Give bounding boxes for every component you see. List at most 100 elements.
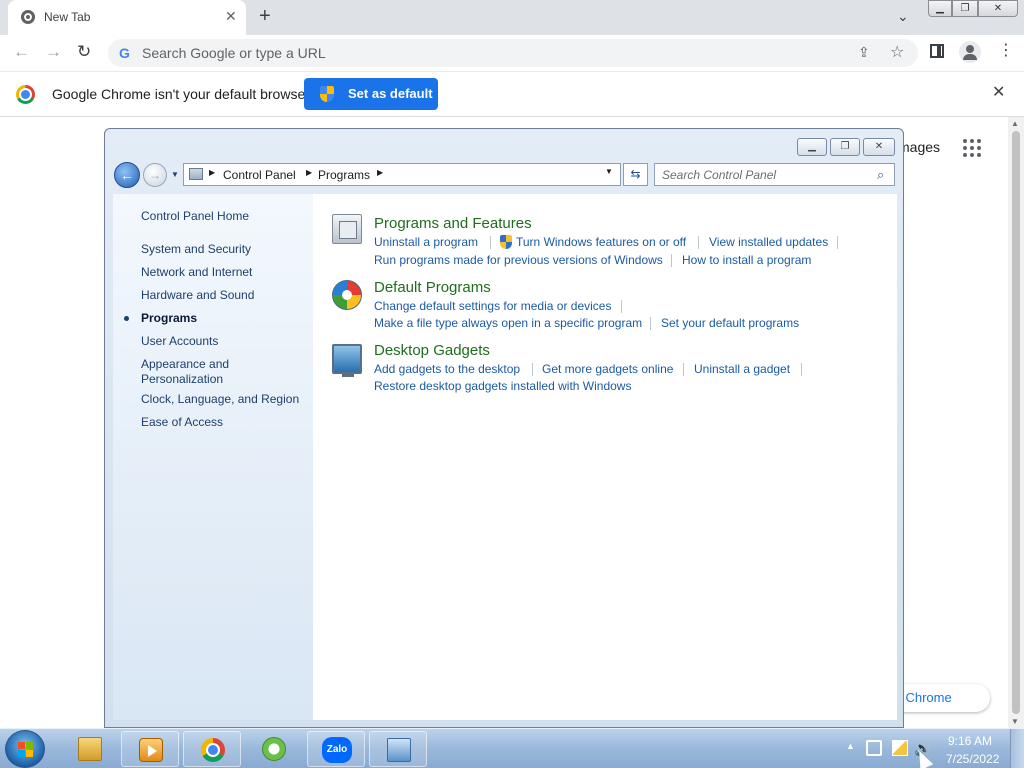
breadcrumb-control-panel[interactable]: Control Panel [223,168,296,182]
cp-forward-button[interactable]: → [143,163,167,187]
nav-ease-of-access[interactable]: Ease of Access [141,415,223,430]
uninstall-gadget-link[interactable]: Uninstall a gadget [694,362,790,376]
nav-hardware-and-sound[interactable]: Hardware and Sound [141,288,254,303]
tab-title: New Tab [44,10,91,24]
share-icon[interactable]: ⇪ [858,44,870,61]
page-scrollbar[interactable]: ▲ ▼ [1008,117,1024,728]
set-as-default-button[interactable]: Set as default [304,78,438,110]
link-divider [650,317,651,330]
nav-programs[interactable]: Programs [141,311,197,326]
link-divider [621,300,622,313]
google-g-icon: G [119,45,130,61]
back-arrow-icon[interactable]: ← [13,41,30,63]
control-panel-taskbar-icon [387,738,411,762]
tab-close-icon[interactable]: ✕ [225,8,237,24]
programs-and-features-title[interactable]: Programs and Features [374,215,532,232]
cp-refresh-icon[interactable]: ⇆ [623,163,648,186]
uac-shield-icon [500,235,512,249]
cp-search-box[interactable]: ⌕ [654,163,895,186]
infobar-close-icon[interactable]: ✕ [992,84,1005,102]
link-divider [490,236,491,249]
chrome-tab-icon [21,10,35,24]
network-icon[interactable] [866,740,882,756]
bookmark-star-icon[interactable]: ☆ [890,42,904,62]
link-divider [837,236,838,249]
link-divider [698,236,699,249]
tab-new-tab[interactable]: New Tab ✕ [8,0,246,35]
nav-network-and-internet[interactable]: Network and Internet [141,265,252,280]
set-default-programs-link[interactable]: Set your default programs [661,316,799,330]
scroll-down-arrow-icon[interactable]: ▼ [1011,717,1019,726]
cp-history-dropdown-icon[interactable]: ▼ [171,170,179,179]
default-programs-icon[interactable] [332,280,362,310]
cp-close-button[interactable]: ✕ [863,138,895,156]
search-icon[interactable]: ⌕ [877,167,884,183]
cp-search-input[interactable] [655,164,870,185]
cp-maximize-button[interactable]: ❐ [830,138,860,156]
programs-and-features-icon[interactable] [332,214,362,244]
turn-windows-features-link[interactable]: Turn Windows features on or off [516,235,686,249]
breadcrumb-separator-icon[interactable]: ▶ [209,168,215,177]
side-panel-icon[interactable] [930,44,944,58]
new-tab-button[interactable]: + [259,5,271,27]
cp-address-bar[interactable]: ▶ Control Panel ▶ Programs ▶ [183,163,621,186]
chrome-menu-icon[interactable]: ⋮ [998,41,1014,61]
forward-arrow-icon[interactable]: → [45,41,62,63]
window-minimize-button[interactable]: ▁ [928,0,952,17]
profile-avatar-icon[interactable] [959,41,981,63]
chrome-icon [201,738,225,762]
cp-navigation-pane: Control Panel Home System and Security N… [113,194,313,720]
default-programs-title[interactable]: Default Programs [374,279,491,296]
clock-date[interactable]: 7/25/2022 [946,752,999,766]
window-restore-button[interactable]: ❐ [952,0,978,17]
start-button[interactable] [5,730,45,768]
cp-minimize-button[interactable]: ▁ [797,138,827,156]
uninstall-program-link[interactable]: Uninstall a program [374,235,478,249]
nav-user-accounts[interactable]: User Accounts [141,334,218,349]
taskbar-control-panel-button[interactable] [369,731,427,767]
cp-back-button[interactable]: ← [114,162,140,188]
show-hidden-icons-arrow-icon[interactable]: ▲ [846,741,855,751]
change-default-media-link[interactable]: Change default settings for media or dev… [374,299,611,313]
action-center-flag-icon[interactable] [892,740,908,756]
file-type-association-link[interactable]: Make a file type always open in a specif… [374,316,642,330]
scrollbar-thumb[interactable] [1012,131,1020,714]
taskbar-chrome-button[interactable] [183,731,241,767]
taskbar-explorer-button[interactable] [61,731,119,767]
images-link[interactable]: mages [898,139,940,155]
add-gadgets-link[interactable]: Add gadgets to the desktop [374,362,520,376]
how-to-install-link[interactable]: How to install a program [682,253,811,267]
browser-toolbar: ← → ↻ G Search Google or type a URL ⇪ ☆ [0,35,1024,71]
control-panel-window: ▁ ❐ ✕ ← → ▼ ▶ Control Panel ▶ Programs ▶… [104,128,904,728]
default-browser-infobar: Google Chrome isn't your default browser… [0,71,1024,117]
view-installed-updates-link[interactable]: View installed updates [709,235,828,249]
tab-strip: New Tab ✕ + ⌄ ▁ ❐ ✕ [0,0,1024,35]
google-apps-icon[interactable] [963,139,981,157]
omnibox[interactable]: G Search Google or type a URL ⇪ ☆ [108,39,918,67]
desktop-gadgets-icon[interactable] [332,344,362,377]
scroll-up-arrow-icon[interactable]: ▲ [1011,119,1019,128]
address-dropdown-icon[interactable]: ▼ [605,167,613,176]
reload-icon[interactable]: ↻ [77,41,91,63]
tab-search-chevron-icon[interactable]: ⌄ [897,8,909,25]
clock-time[interactable]: 9:16 AM [948,734,992,748]
media-player-icon [139,738,163,762]
taskbar-media-player-button[interactable] [121,731,179,767]
omnibox-placeholder[interactable]: Search Google or type a URL [142,45,326,61]
window-close-button[interactable]: ✕ [978,0,1018,17]
restore-gadgets-link[interactable]: Restore desktop gadgets installed with W… [374,379,631,393]
desktop-gadgets-title[interactable]: Desktop Gadgets [374,342,490,359]
set-as-default-label: Set as default [348,86,433,101]
nav-appearance-and-personalization[interactable]: Appearance and Personalization [141,357,229,387]
run-older-programs-link[interactable]: Run programs made for previous versions … [374,253,663,267]
nav-clock-language-region[interactable]: Clock, Language, and Region [141,392,299,407]
show-desktop-button[interactable] [1010,729,1024,768]
breadcrumb-separator-icon[interactable]: ▶ [306,168,312,177]
breadcrumb-separator-icon[interactable]: ▶ [377,168,383,177]
nav-control-panel-home[interactable]: Control Panel Home [141,209,249,224]
nav-system-and-security[interactable]: System and Security [141,242,251,257]
breadcrumb-programs[interactable]: Programs [318,168,370,182]
taskbar-zalo-button[interactable]: Zalo [307,731,365,767]
get-more-gadgets-link[interactable]: Get more gadgets online [542,362,673,376]
taskbar-coccoc-button[interactable] [245,731,303,767]
